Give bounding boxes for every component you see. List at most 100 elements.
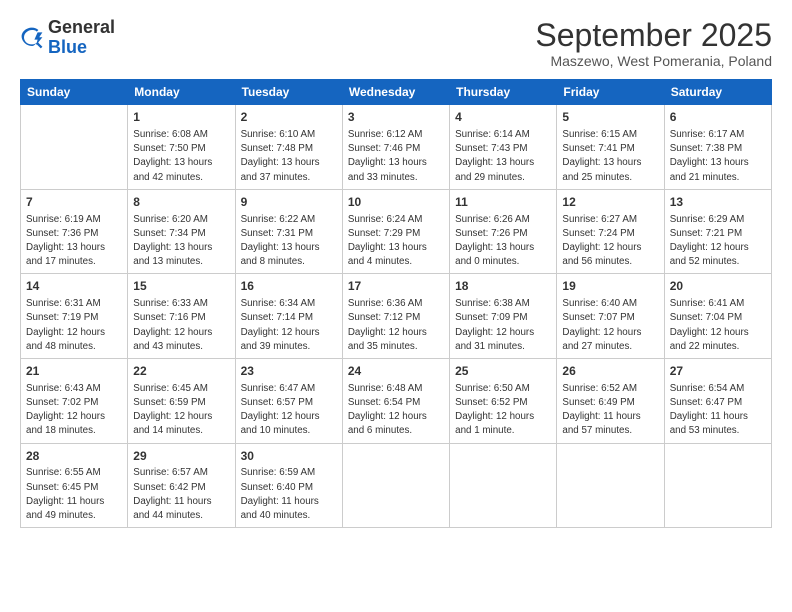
- calendar-cell: 10 Sunrise: 6:24 AMSunset: 7:29 PMDayligh…: [342, 189, 449, 274]
- day-info: Sunrise: 6:20 AMSunset: 7:34 PMDaylight:…: [133, 213, 229, 270]
- calendar-week-row: 1Sunrise: 6:08 AMSunset: 7:50 PMDaylight…: [21, 105, 772, 190]
- calendar-cell: 3 Sunrise: 6:12 AMSunset: 7:46 PMDaylight…: [342, 105, 449, 190]
- calendar-cell: 12 Sunrise: 6:27 AMSunset: 7:24 PMDayligh…: [557, 189, 664, 274]
- calendar-cell: 21Sunrise: 6:43 AMSunset: 7:02 PMDayligh…: [21, 359, 128, 444]
- calendar-cell: 6 Sunrise: 6:17 AMSunset: 7:38 PMDaylight…: [664, 105, 771, 190]
- day-number: 23: [241, 363, 337, 380]
- day-number: 17: [348, 278, 444, 295]
- day-info: Sunrise: 6:33 AMSunset: 7:16 PMDaylight:…: [133, 297, 229, 354]
- day-info: Sunrise: 6:50 AMSunset: 6:52 PMDaylight:…: [455, 382, 551, 439]
- day-number: 19: [562, 278, 658, 295]
- calendar-cell: 8 Sunrise: 6:20 AMSunset: 7:34 PMDaylight…: [128, 189, 235, 274]
- day-info: Sunrise: 6:54 AMSunset: 6:47 PMDaylight:…: [670, 382, 766, 439]
- day-number: 27: [670, 363, 766, 380]
- day-number: 12: [562, 194, 658, 211]
- calendar-cell: 28Sunrise: 6:55 AMSunset: 6:45 PMDayligh…: [21, 443, 128, 528]
- calendar-week-row: 7 Sunrise: 6:19 AMSunset: 7:36 PMDaylight…: [21, 189, 772, 274]
- calendar-cell: 13Sunrise: 6:29 AMSunset: 7:21 PMDayligh…: [664, 189, 771, 274]
- header: General Blue September 2025 Maszewo, Wes…: [20, 18, 772, 69]
- day-number: 8: [133, 194, 229, 211]
- month-title: September 2025: [535, 18, 772, 53]
- calendar-cell: 14 Sunrise: 6:31 AMSunset: 7:19 PMDayligh…: [21, 274, 128, 359]
- day-number: 28: [26, 448, 122, 465]
- day-info: Sunrise: 6:15 AMSunset: 7:41 PMDaylight:…: [562, 128, 658, 185]
- day-info: Sunrise: 6:47 AMSunset: 6:57 PMDaylight:…: [241, 382, 337, 439]
- calendar-day-header: Wednesday: [342, 80, 449, 105]
- calendar-cell: 2 Sunrise: 6:10 AMSunset: 7:48 PMDaylight…: [235, 105, 342, 190]
- logo-text: General Blue: [48, 18, 115, 58]
- calendar-cell: 25 Sunrise: 6:50 AMSunset: 6:52 PMDayligh…: [450, 359, 557, 444]
- day-number: 7: [26, 194, 122, 211]
- day-info: Sunrise: 6:38 AMSunset: 7:09 PMDaylight:…: [455, 297, 551, 354]
- day-info: Sunrise: 6:24 AMSunset: 7:29 PMDaylight:…: [348, 213, 444, 270]
- calendar-cell: 30Sunrise: 6:59 AMSunset: 6:40 PMDayligh…: [235, 443, 342, 528]
- day-info: Sunrise: 6:52 AMSunset: 6:49 PMDaylight:…: [562, 382, 658, 439]
- day-number: 2: [241, 109, 337, 126]
- day-number: 15: [133, 278, 229, 295]
- calendar-cell: 27 Sunrise: 6:54 AMSunset: 6:47 PMDayligh…: [664, 359, 771, 444]
- day-info: Sunrise: 6:29 AMSunset: 7:21 PMDaylight:…: [670, 213, 766, 270]
- calendar-table: SundayMondayTuesdayWednesdayThursdayFrid…: [20, 79, 772, 528]
- day-info: Sunrise: 6:27 AMSunset: 7:24 PMDaylight:…: [562, 213, 658, 270]
- calendar-cell: 16 Sunrise: 6:34 AMSunset: 7:14 PMDayligh…: [235, 274, 342, 359]
- day-info: Sunrise: 6:55 AMSunset: 6:45 PMDaylight:…: [26, 466, 122, 523]
- calendar-cell: 5 Sunrise: 6:15 AMSunset: 7:41 PMDaylight…: [557, 105, 664, 190]
- day-info: Sunrise: 6:36 AMSunset: 7:12 PMDaylight:…: [348, 297, 444, 354]
- day-number: 3: [348, 109, 444, 126]
- day-info: Sunrise: 6:34 AMSunset: 7:14 PMDaylight:…: [241, 297, 337, 354]
- calendar-cell: 24Sunrise: 6:48 AMSunset: 6:54 PMDayligh…: [342, 359, 449, 444]
- day-number: 9: [241, 194, 337, 211]
- calendar-cell: 26 Sunrise: 6:52 AMSunset: 6:49 PMDayligh…: [557, 359, 664, 444]
- logo: General Blue: [20, 18, 115, 58]
- calendar-cell: 11Sunrise: 6:26 AMSunset: 7:26 PMDayligh…: [450, 189, 557, 274]
- day-info: Sunrise: 6:12 AMSunset: 7:46 PMDaylight:…: [348, 128, 444, 185]
- day-info: Sunrise: 6:17 AMSunset: 7:38 PMDaylight:…: [670, 128, 766, 185]
- day-number: 6: [670, 109, 766, 126]
- calendar-header-row: SundayMondayTuesdayWednesdayThursdayFrid…: [21, 80, 772, 105]
- day-info: Sunrise: 6:57 AMSunset: 6:42 PMDaylight:…: [133, 466, 229, 523]
- calendar-cell: 1Sunrise: 6:08 AMSunset: 7:50 PMDaylight…: [128, 105, 235, 190]
- day-number: 30: [241, 448, 337, 465]
- calendar-cell: 19Sunrise: 6:40 AMSunset: 7:07 PMDayligh…: [557, 274, 664, 359]
- day-info: Sunrise: 6:59 AMSunset: 6:40 PMDaylight:…: [241, 466, 337, 523]
- day-number: 1: [133, 109, 229, 126]
- calendar-cell: 17 Sunrise: 6:36 AMSunset: 7:12 PMDayligh…: [342, 274, 449, 359]
- day-info: Sunrise: 6:14 AMSunset: 7:43 PMDaylight:…: [455, 128, 551, 185]
- calendar-cell: 9 Sunrise: 6:22 AMSunset: 7:31 PMDaylight…: [235, 189, 342, 274]
- day-number: 14: [26, 278, 122, 295]
- day-number: 4: [455, 109, 551, 126]
- day-number: 20: [670, 278, 766, 295]
- calendar-day-header: Monday: [128, 80, 235, 105]
- calendar-cell: 15 Sunrise: 6:33 AMSunset: 7:16 PMDayligh…: [128, 274, 235, 359]
- day-number: 29: [133, 448, 229, 465]
- location: Maszewo, West Pomerania, Poland: [535, 53, 772, 69]
- day-info: Sunrise: 6:19 AMSunset: 7:36 PMDaylight:…: [26, 213, 122, 270]
- calendar-cell: 23 Sunrise: 6:47 AMSunset: 6:57 PMDayligh…: [235, 359, 342, 444]
- day-number: 5: [562, 109, 658, 126]
- calendar-cell: 20 Sunrise: 6:41 AMSunset: 7:04 PMDayligh…: [664, 274, 771, 359]
- day-number: 25: [455, 363, 551, 380]
- day-number: 26: [562, 363, 658, 380]
- day-info: Sunrise: 6:48 AMSunset: 6:54 PMDaylight:…: [348, 382, 444, 439]
- day-number: 10: [348, 194, 444, 211]
- calendar-cell: 29Sunrise: 6:57 AMSunset: 6:42 PMDayligh…: [128, 443, 235, 528]
- day-number: 22: [133, 363, 229, 380]
- calendar-cell: [342, 443, 449, 528]
- calendar-day-header: Saturday: [664, 80, 771, 105]
- calendar-day-header: Tuesday: [235, 80, 342, 105]
- day-info: Sunrise: 6:31 AMSunset: 7:19 PMDaylight:…: [26, 297, 122, 354]
- calendar-cell: 22 Sunrise: 6:45 AMSunset: 6:59 PMDayligh…: [128, 359, 235, 444]
- calendar-cell: [664, 443, 771, 528]
- calendar-week-row: 28Sunrise: 6:55 AMSunset: 6:45 PMDayligh…: [21, 443, 772, 528]
- day-number: 16: [241, 278, 337, 295]
- day-info: Sunrise: 6:22 AMSunset: 7:31 PMDaylight:…: [241, 213, 337, 270]
- calendar-cell: 4 Sunrise: 6:14 AMSunset: 7:43 PMDaylight…: [450, 105, 557, 190]
- calendar-week-row: 14 Sunrise: 6:31 AMSunset: 7:19 PMDayligh…: [21, 274, 772, 359]
- calendar-day-header: Friday: [557, 80, 664, 105]
- logo-icon: [20, 26, 44, 50]
- day-info: Sunrise: 6:41 AMSunset: 7:04 PMDaylight:…: [670, 297, 766, 354]
- day-info: Sunrise: 6:45 AMSunset: 6:59 PMDaylight:…: [133, 382, 229, 439]
- day-info: Sunrise: 6:10 AMSunset: 7:48 PMDaylight:…: [241, 128, 337, 185]
- calendar-cell: [557, 443, 664, 528]
- title-block: September 2025 Maszewo, West Pomerania, …: [535, 18, 772, 69]
